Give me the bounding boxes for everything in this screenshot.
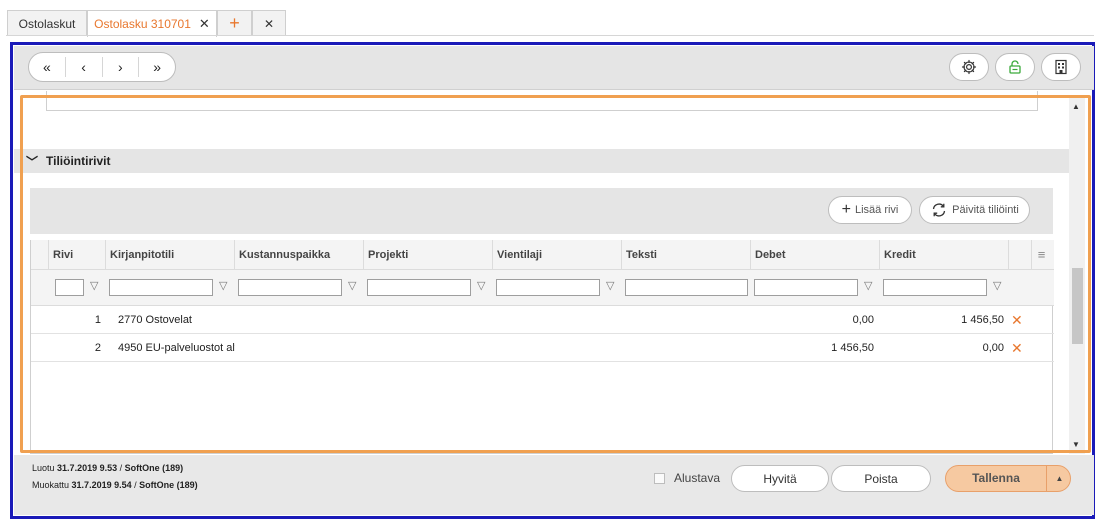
- unlock-button[interactable]: [995, 53, 1035, 81]
- filter-icon[interactable]: ▽: [219, 279, 227, 292]
- section-header-tiliointirivit[interactable]: ﹀ Tiliöintirivit: [14, 149, 1069, 173]
- chevron-down-icon: ﹀: [26, 154, 39, 169]
- accounting-rows-grid: Rivi Kirjanpitotili Kustannuspaikka Proj…: [30, 240, 1054, 454]
- building-icon: [1055, 59, 1067, 75]
- column-header-kredit[interactable]: Kredit: [879, 240, 1008, 270]
- filter-input-projekti[interactable]: [367, 279, 471, 296]
- cell-rivi: 2: [94, 342, 101, 354]
- close-icon: ✕: [263, 16, 275, 31]
- modified-separator: /: [134, 480, 137, 490]
- column-spacer: [1008, 240, 1028, 270]
- cell-account: 2770 Ostovelat: [118, 314, 192, 326]
- delete-button[interactable]: Poista: [831, 465, 931, 492]
- column-header-kirjanpitotili[interactable]: Kirjanpitotili: [105, 240, 234, 270]
- add-row-button[interactable]: + Lisää rivi: [828, 196, 912, 224]
- filter-input-rivi[interactable]: [55, 279, 84, 296]
- cell-kredit: 1 456,50: [961, 314, 1004, 326]
- cell-debet: 1 456,50: [831, 342, 874, 354]
- column-header-vientilaji[interactable]: Vientilaji: [492, 240, 621, 270]
- draft-checkbox[interactable]: [654, 473, 665, 484]
- add-row-label: Lisää rivi: [854, 204, 899, 216]
- new-tab-button[interactable]: +: [217, 10, 252, 36]
- update-accounting-label: Päivitä tiliöinti: [952, 204, 1019, 216]
- grid-toolbar: + Lisää rivi Päivitä tiliöinti: [30, 188, 1053, 234]
- tab-ostolasku-310701[interactable]: Ostolasku 310701 ✕: [87, 10, 217, 37]
- plus-icon: +: [229, 13, 240, 33]
- next-record-button[interactable]: ›: [103, 57, 140, 77]
- filter-input-kustannuspaikka[interactable]: [238, 279, 342, 296]
- first-record-button[interactable]: «: [29, 57, 66, 77]
- tab-label: Ostolaskut: [18, 16, 76, 31]
- plus-icon: +: [841, 201, 851, 218]
- filter-icon[interactable]: ▽: [864, 279, 872, 292]
- grid-header: Rivi Kirjanpitotili Kustannuspaikka Proj…: [31, 240, 1054, 270]
- filter-icon[interactable]: ▽: [348, 279, 356, 292]
- filter-input-debet[interactable]: [754, 279, 858, 296]
- created-info: Luotu 31.7.2019 9.53 / SoftOne (189): [32, 463, 183, 473]
- filter-icon[interactable]: ▽: [606, 279, 614, 292]
- column-header-debet[interactable]: Debet: [750, 240, 879, 270]
- settings-button[interactable]: [949, 53, 989, 81]
- column-header-rivi[interactable]: Rivi: [48, 240, 103, 270]
- modified-value: 31.7.2019 9.54: [71, 480, 132, 490]
- modified-label: Muokattu: [32, 480, 70, 490]
- company-button[interactable]: [1041, 53, 1081, 81]
- scroll-down-icon[interactable]: ▼: [1072, 440, 1080, 449]
- modified-info: Muokattu 31.7.2019 9.54 / SoftOne (189): [32, 480, 198, 490]
- delete-row-icon[interactable]: ✕: [1011, 334, 1023, 362]
- previous-section-box: [46, 91, 1038, 111]
- cell-debet: 0,00: [852, 314, 874, 326]
- previous-record-button[interactable]: ‹: [66, 57, 103, 77]
- save-options-button[interactable]: ▲: [1046, 466, 1070, 491]
- filter-input-kredit[interactable]: [883, 279, 987, 296]
- tab-bar: Ostolaskut Ostolasku 310701 ✕ + ✕: [0, 0, 1100, 37]
- filter-input-teksti[interactable]: [625, 279, 748, 296]
- content-scrollbar[interactable]: ▲ ▼: [1069, 96, 1085, 454]
- filter-input-vientilaji[interactable]: [496, 279, 600, 296]
- tab-ostolaskut[interactable]: Ostolaskut: [7, 10, 87, 36]
- created-separator: /: [119, 463, 123, 473]
- filter-input-kirjanpitotili[interactable]: [109, 279, 213, 296]
- column-header-projekti[interactable]: Projekti: [363, 240, 492, 270]
- tab-baseline: [6, 35, 1094, 36]
- record-toolbar: « ‹ › »: [14, 46, 1094, 90]
- close-icon[interactable]: ✕: [199, 16, 210, 32]
- draft-label: Alustava: [674, 471, 721, 485]
- cell-rivi: 1: [94, 314, 101, 326]
- last-record-button[interactable]: »: [139, 57, 175, 77]
- save-button[interactable]: Tallenna: [946, 466, 1046, 491]
- column-header-kustannuspaikka[interactable]: Kustannuspaikka: [234, 240, 363, 270]
- section-title: Tiliöintirivit: [46, 154, 111, 168]
- filter-icon[interactable]: ▽: [993, 279, 1001, 292]
- refresh-icon: [933, 203, 946, 217]
- filter-icon[interactable]: ▽: [90, 279, 98, 292]
- created-label: Luotu: [32, 463, 55, 473]
- cell-kredit: 0,00: [982, 342, 1004, 354]
- scrollbar-thumb[interactable]: [1072, 268, 1083, 344]
- tab-label: Ostolasku 310701: [94, 17, 191, 31]
- save-button-group: Tallenna ▲: [945, 465, 1071, 492]
- update-accounting-button[interactable]: Päivitä tiliöinti: [919, 196, 1030, 224]
- table-row[interactable]: 1 2770 Ostovelat 0,00 1 456,50 ✕: [31, 306, 1054, 334]
- cell-account: 4950 EU-palveluostot alv: [118, 342, 235, 354]
- created-by: SoftOne (189): [124, 463, 184, 473]
- close-all-tabs-button[interactable]: ✕: [252, 10, 286, 36]
- delete-row-icon[interactable]: ✕: [1011, 306, 1023, 334]
- footer-bar: Luotu 31.7.2019 9.53 / SoftOne (189) Muo…: [14, 455, 1094, 515]
- modified-by: SoftOne (189): [139, 480, 198, 490]
- credit-button[interactable]: Hyvitä: [731, 465, 829, 492]
- created-value: 31.7.2019 9.53: [57, 463, 118, 473]
- grid-filter-row: ▽ ▽ ▽ ▽ ▽ ▽ ▽: [31, 270, 1054, 306]
- chevron-up-icon: ▲: [1055, 474, 1064, 483]
- scroll-up-icon[interactable]: ▲: [1072, 102, 1080, 111]
- record-navigation: « ‹ › »: [28, 52, 176, 82]
- filter-icon[interactable]: ▽: [477, 279, 485, 292]
- lock-open-icon: [1009, 60, 1021, 74]
- table-row[interactable]: 2 4950 EU-palveluostot alv 1 456,50 0,00…: [31, 334, 1054, 362]
- column-header-teksti[interactable]: Teksti: [621, 240, 750, 270]
- gear-icon: [961, 59, 977, 75]
- content-area: ﹀ Tiliöintirivit + Lisää rivi Päivitä ti…: [14, 91, 1069, 454]
- column-menu-icon[interactable]: ≡: [1031, 240, 1051, 270]
